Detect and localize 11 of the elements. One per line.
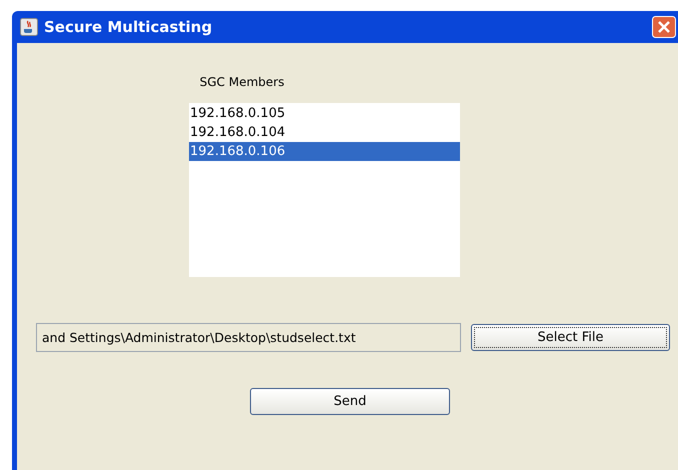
member-item[interactable]: 192.168.0.105 <box>189 104 460 123</box>
member-item[interactable]: 192.168.0.106 <box>189 142 460 161</box>
file-path-field[interactable]: and Settings\Administrator\Desktop\studselect.txt <box>36 323 461 352</box>
members-label: SGC Members <box>200 74 284 91</box>
select-file-button[interactable]: Select File <box>471 324 670 351</box>
members-list[interactable]: 192.168.0.105 192.168.0.104 192.168.0.106 <box>189 103 460 277</box>
close-icon[interactable] <box>652 16 676 38</box>
member-item[interactable]: 192.168.0.104 <box>189 123 460 142</box>
send-button[interactable]: Send <box>250 388 450 416</box>
coffee-cup-icon <box>20 18 38 36</box>
window-title: Secure Multicasting <box>44 16 214 38</box>
